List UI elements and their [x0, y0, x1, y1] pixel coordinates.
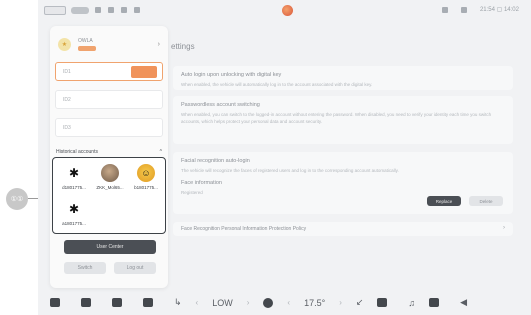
- setting-desc: When enabled, the vehicle will automatic…: [181, 82, 373, 87]
- temperature-value: 17.5°: [304, 297, 326, 308]
- setting-passwordless[interactable]: Passwordless account switching When enab…: [173, 96, 513, 144]
- phone-icon[interactable]: ↳: [174, 297, 182, 308]
- account-slot-label: ID3: [63, 125, 71, 131]
- user-center-button[interactable]: User Center: [64, 240, 156, 254]
- spider-icon: ✱: [68, 166, 80, 180]
- setting-desc: The vehicle will recognize the faces of …: [181, 168, 399, 173]
- volume-icon[interactable]: ◀: [460, 297, 467, 308]
- fan-increase-icon[interactable]: ›: [247, 298, 250, 307]
- home-icon[interactable]: [50, 298, 60, 307]
- avatar: ★: [58, 37, 71, 51]
- setting-desc: When enabled, you can switch to the logg…: [181, 112, 492, 124]
- profile-row[interactable]: ★ OWLA ›: [58, 32, 160, 56]
- history-title: Historical accounts: [56, 149, 98, 155]
- volume-icon: [441, 6, 448, 13]
- signal-icon: [121, 7, 127, 13]
- face-info-actions: Replace Delete: [427, 196, 503, 206]
- status-time: 21:54 ▢ 14:02: [479, 7, 519, 13]
- history-account[interactable]: ZKK_Mol65...: [93, 164, 127, 190]
- photo-avatar: [101, 164, 119, 182]
- car-screen: 21:54 ▢ 14:02 ettings Auto login upon un…: [38, 0, 531, 315]
- chevron-right-icon: ›: [157, 40, 160, 48]
- history-account[interactable]: ☺ b1801775...: [129, 164, 163, 190]
- status-right: 21:54 ▢ 14:02: [441, 6, 519, 13]
- setting-title: Auto login upon unlocking with digital k…: [181, 72, 282, 78]
- switch-button[interactable]: Switch: [64, 262, 106, 274]
- status-box-icon: [44, 5, 66, 15]
- delete-button[interactable]: Delete: [469, 196, 503, 206]
- spider-icon: ✱: [68, 202, 80, 216]
- brand-logo-icon: [282, 5, 293, 16]
- face-info-label: Face information: [181, 180, 222, 186]
- bluetooth-icon: [95, 7, 101, 13]
- setting-auto-login[interactable]: Auto login upon unlocking with digital k…: [173, 66, 513, 90]
- app-grid-icon[interactable]: [377, 298, 388, 307]
- setting-title: Facial recognition auto-login: [181, 158, 250, 164]
- fan-decrease-icon[interactable]: ‹: [196, 298, 199, 307]
- bottom-dock: ↳ ‹ LOW › ‹ 17.5° › ↙ ♫ ◀: [38, 290, 531, 315]
- profile-name: OWLA: [78, 37, 93, 44]
- account-slot-label: ID2: [63, 97, 71, 103]
- policy-label: Face Recognition Personal Information Pr…: [181, 226, 307, 232]
- apps-icon[interactable]: [429, 298, 440, 307]
- temp-increase-icon[interactable]: ›: [339, 298, 342, 307]
- page-title: ettings: [171, 42, 195, 51]
- history-account-label: d1801775...: [62, 185, 86, 190]
- seat-icon[interactable]: [112, 298, 122, 307]
- defrost-icon[interactable]: [143, 298, 153, 307]
- history-accounts-box: ✱ d1801775... ZKK_Mol65... ☺ b1801775...…: [52, 157, 166, 234]
- account-slot-3[interactable]: ID3: [55, 118, 163, 137]
- account-slot-1[interactable]: ID1: [55, 62, 163, 81]
- chevron-up-icon[interactable]: ^: [160, 149, 162, 155]
- emoji-avatar: ☺: [137, 164, 155, 182]
- member-badge: [78, 45, 96, 51]
- history-header[interactable]: Historical accounts ^: [56, 149, 162, 155]
- replace-button[interactable]: Replace: [427, 196, 461, 206]
- face-info-sub: Registered: [181, 190, 203, 195]
- history-account-label: b1801775...: [134, 185, 158, 190]
- chevron-right-icon: ›: [503, 225, 505, 231]
- account-panel: ★ OWLA › ID1 ID2 ID3 Historical accounts…: [50, 26, 168, 288]
- notification-icon: [134, 7, 140, 13]
- music-icon[interactable]: ♫: [408, 298, 415, 308]
- panel-actions: Switch Log out: [64, 262, 156, 274]
- wiper-icon[interactable]: ↙: [356, 297, 364, 308]
- policy-link[interactable]: Face Recognition Personal Information Pr…: [173, 222, 513, 236]
- account-slot-2[interactable]: ID2: [55, 90, 163, 109]
- callout-marker: ①①: [6, 188, 28, 210]
- fan-icon[interactable]: [263, 297, 274, 308]
- wifi-icon: [108, 7, 114, 13]
- logout-button[interactable]: Log out: [114, 262, 156, 274]
- history-account[interactable]: ✱ a1801775...: [57, 200, 91, 226]
- history-account[interactable]: ✱ d1801775...: [57, 164, 91, 190]
- fan-level: LOW: [212, 297, 233, 308]
- setting-title: Passwordless account switching: [181, 102, 260, 108]
- history-account-label: a1801775...: [62, 221, 86, 226]
- current-account-badge: [131, 66, 157, 78]
- temp-decrease-icon[interactable]: ‹: [287, 298, 290, 307]
- user-icon: [460, 6, 467, 13]
- setting-face-login[interactable]: Facial recognition auto-login The vehicl…: [173, 152, 513, 214]
- battery-icon: [71, 6, 89, 14]
- account-slot-label: ID1: [63, 69, 71, 75]
- history-account-label: ZKK_Mol65...: [96, 185, 124, 190]
- car-icon[interactable]: [81, 298, 91, 307]
